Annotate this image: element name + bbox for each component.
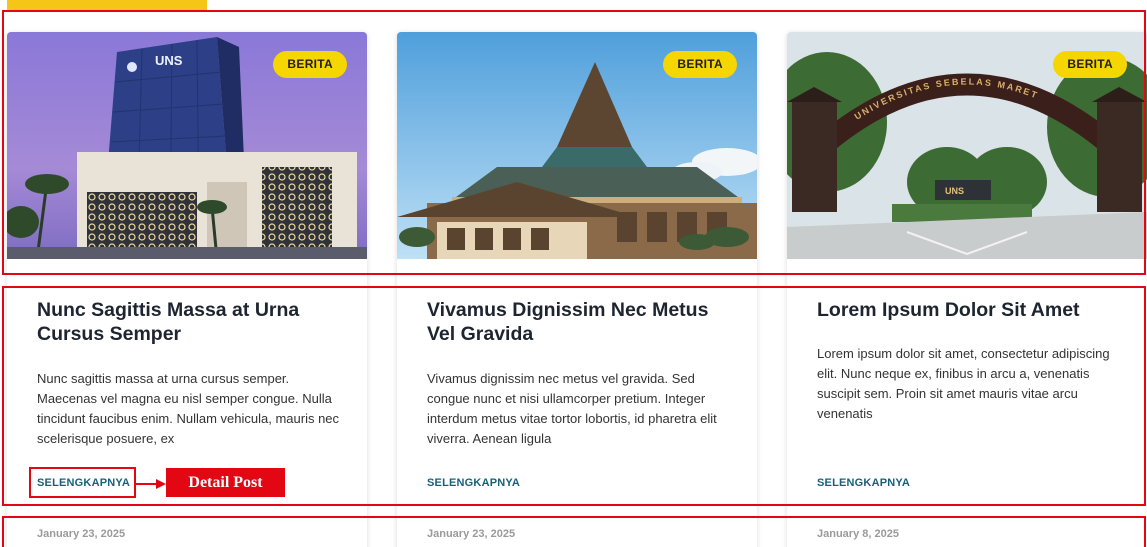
arrow-right-icon (136, 479, 166, 489)
news-card[interactable]: BERITA Vivamus Dignissim Nec Metus Vel G… (397, 32, 757, 547)
news-card-image[interactable]: UNS BERITA (7, 32, 367, 259)
svg-text:UNS: UNS (155, 53, 183, 68)
annotation-link-highlight (29, 467, 136, 498)
news-card-excerpt: Lorem ipsum dolor sit amet, consectetur … (817, 346, 1110, 421)
news-card[interactable]: UNIVERSITAS SEBELAS MARET UNS BERITA Lor… (787, 32, 1147, 547)
news-card-image[interactable]: BERITA (397, 32, 757, 259)
post-date: January 23, 2025 (427, 528, 516, 540)
news-card-title[interactable]: Vivamus Dignissim Nec Metus Vel Gravida (427, 298, 732, 346)
post-date: January 23, 2025 (37, 528, 126, 540)
post-date: January 8, 2025 (817, 528, 899, 540)
news-card-excerpt: Nunc sagittis massa at urna cursus sempe… (37, 371, 340, 446)
annotation-label: Detail Post (166, 468, 285, 497)
news-card-title[interactable]: Lorem Ipsum Dolor Sit Amet (817, 298, 1122, 322)
category-badge[interactable]: BERITA (663, 51, 737, 78)
read-more-link[interactable]: SELENGKAPNYA (817, 477, 910, 489)
category-badge[interactable]: BERITA (1053, 51, 1127, 78)
svg-text:UNS: UNS (945, 186, 964, 196)
section-accent-bar (7, 0, 207, 12)
news-card-excerpt: Vivamus dignissim nec metus vel gravida.… (427, 371, 717, 446)
category-badge[interactable]: BERITA (273, 51, 347, 78)
news-card-image[interactable]: UNIVERSITAS SEBELAS MARET UNS BERITA (787, 32, 1147, 259)
read-more-link[interactable]: SELENGKAPNYA (427, 477, 520, 489)
news-card-title[interactable]: Nunc Sagittis Massa at Urna Cursus Sempe… (37, 298, 342, 346)
